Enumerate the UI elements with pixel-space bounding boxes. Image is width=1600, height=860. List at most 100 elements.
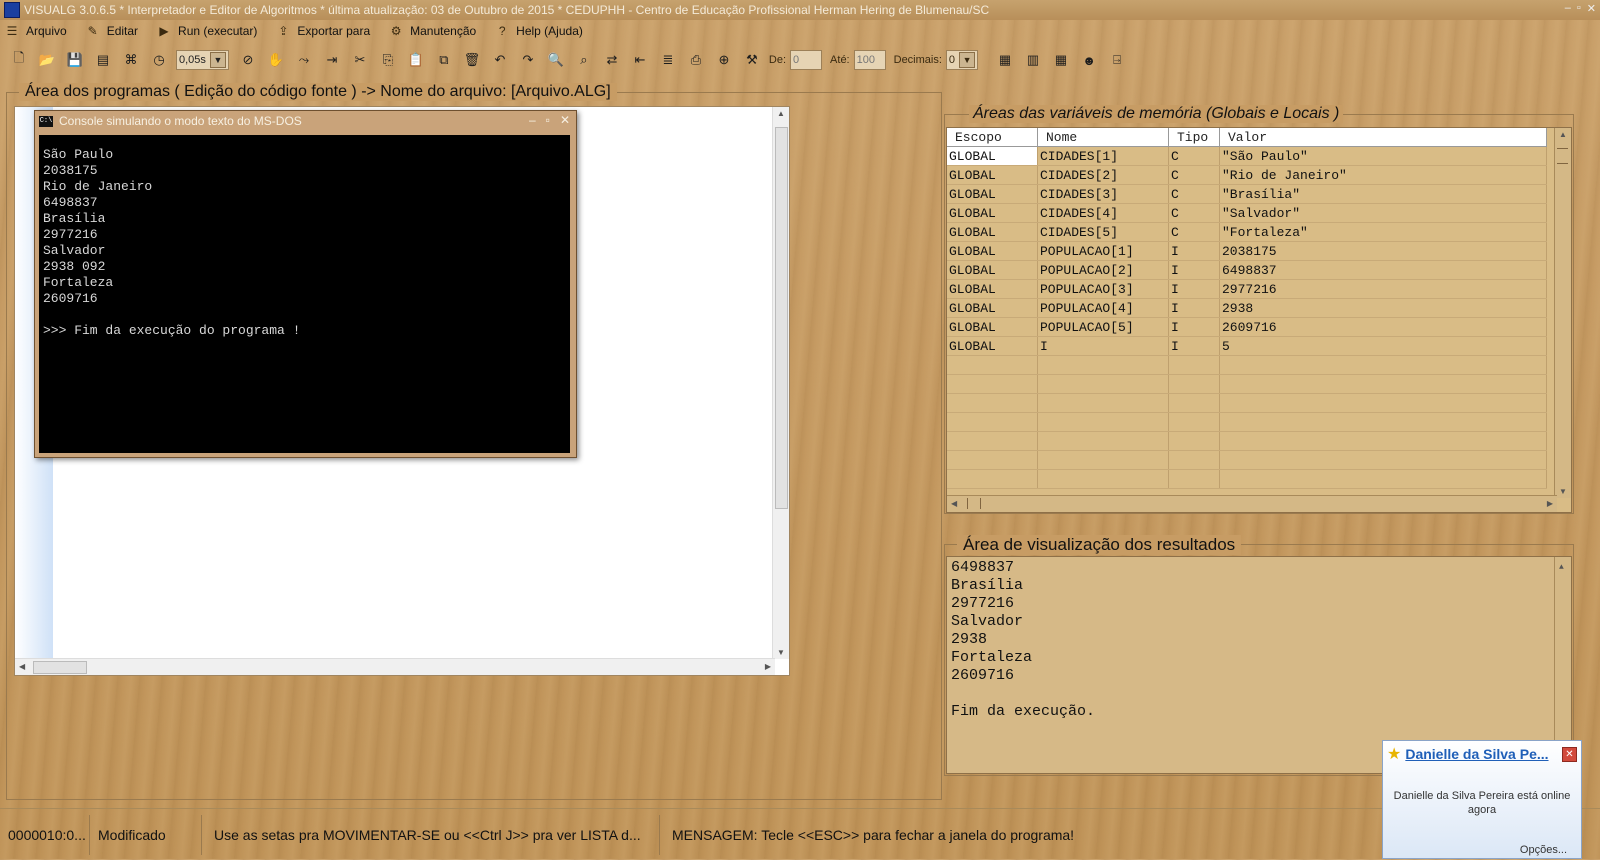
editor-horizontal-scrollbar[interactable]: ◀ ▶ [15,658,775,675]
replace-icon[interactable]: ⇄ [601,49,623,71]
run-icon: ▶ [159,24,169,38]
variables-vertical-scrollbar[interactable]: ▲ ▼ [1554,128,1571,498]
help-icon: ? [498,24,506,38]
menu-exportar[interactable]: ⇪ Exportar para [271,23,370,39]
indent-icon[interactable]: ⇤ [629,49,651,71]
maximize-icon[interactable]: ▫ [1577,2,1581,15]
scroll-left-icon[interactable]: ◀ [951,499,957,508]
ate-field: Até: [830,50,886,70]
console-title-bar[interactable]: C:\ Console simulando o modo texto do MS… [35,111,576,131]
paste-icon[interactable]: 📋 [405,49,427,71]
menu-run[interactable]: ▶ Run (executar) [152,23,257,39]
status-modified: Modificado [90,814,202,855]
scroll-up-icon[interactable]: ▲ [1559,559,1564,577]
minimize-icon[interactable]: – [529,113,536,127]
editor-vscroll-thumb[interactable] [775,127,788,509]
table-row[interactable]: GLOBAL CIDADES[2] C "Rio de Janeiro" [947,165,1547,185]
calculator-icon[interactable]: ▥ [1022,49,1044,71]
console-window-controls: – ▫ ✕ [529,113,570,127]
editor-hscroll-thumb[interactable] [33,661,87,674]
variables-vscroll-thumb[interactable] [1557,148,1568,164]
maximize-icon[interactable]: ▫ [546,113,550,127]
table-row[interactable]: GLOBAL POPULACAO[2] I 6498837 [947,260,1547,280]
console-window[interactable]: C:\ Console simulando o modo texto do MS… [34,110,577,458]
exit-icon[interactable]: ⍈ [1106,49,1128,71]
column-header[interactable]: Valor [1219,128,1547,147]
find-icon[interactable]: 🔍 [545,49,567,71]
cut-icon[interactable]: ✂ [349,49,371,71]
table-header-row: Escopo Nome Tipo Valor [947,128,1547,147]
scroll-down-icon[interactable]: ▼ [777,648,785,657]
table-row[interactable]: GLOBAL POPULACAO[4] I 2938 [947,298,1547,318]
code-icon[interactable]: ⌘ [120,49,142,71]
table-row[interactable]: GLOBAL CIDADES[4] C "Salvador" [947,203,1547,223]
column-header[interactable]: Tipo [1168,128,1220,147]
users-icon[interactable]: ☻ [1078,49,1100,71]
close-icon[interactable]: ✕ [1562,747,1577,762]
copy-icon[interactable]: ⎘ [377,49,399,71]
variables-horizontal-scrollbar[interactable]: ◀ ▶ [947,495,1557,512]
stop-icon[interactable]: ⊘ [237,49,259,71]
notification-options-link[interactable]: Opções... [1520,844,1567,856]
close-icon[interactable]: ✕ [1587,2,1596,15]
run-step-icon[interactable]: ⇥ [321,49,343,71]
duplicate-icon[interactable]: ⧉ [433,49,455,71]
save-icon[interactable]: 💾 [64,49,86,71]
decimais-select[interactable]: 0 ▼ [945,50,979,70]
column-header[interactable]: Escopo [947,128,1038,147]
title-bar: VISUALG 3.0.6.5 * Interpretador e Editor… [0,0,1600,20]
hand-icon[interactable]: ✋ [265,49,287,71]
results-vertical-scrollbar[interactable]: ▲ [1554,557,1571,757]
scroll-up-icon[interactable]: ▲ [777,109,785,118]
menu-help[interactable]: ? Help (Ajuda) [490,23,583,39]
variables-table[interactable]: Escopo Nome Tipo Valor GLOBAL CIDADES[1] C… [946,127,1572,513]
new-file-icon[interactable]: 🗋 [8,49,30,71]
table-icon[interactable]: ▦ [1050,49,1072,71]
minimize-icon[interactable]: – [1565,2,1571,15]
ate-input[interactable] [853,50,886,70]
notification-contact-name[interactable]: Danielle da Silva Pe... [1405,746,1555,762]
delete-icon[interactable]: 🗑 [461,49,483,71]
status-cursor-position: 0000010:0... [0,814,90,855]
folder-icon: ☰ [6,24,18,38]
print-icon[interactable]: ⎙ [685,49,707,71]
timer-icon[interactable]: ◷ [148,49,170,71]
open-file-icon[interactable]: 📂 [36,49,58,71]
undo-icon[interactable]: ↶ [489,49,511,71]
scroll-right-icon[interactable]: ▶ [1547,499,1553,508]
scroll-up-icon[interactable]: ▲ [1559,130,1567,139]
print-preview-icon[interactable]: ▤ [92,49,114,71]
table-row[interactable]: GLOBAL I I 5 [947,336,1547,356]
table-row[interactable]: GLOBAL CIDADES[1] C "São Paulo" [947,146,1547,166]
column-header[interactable]: Nome [1037,128,1169,147]
results-text: 6498837 Brasília 2977216 Salvador 2938 F… [951,559,1096,720]
table-row[interactable]: GLOBAL POPULACAO[5] I 2609716 [947,317,1547,337]
table-row[interactable]: GLOBAL CIDADES[5] C "Fortaleza" [947,222,1547,242]
menu-editar[interactable]: ✎ Editar [81,23,138,39]
table-row[interactable]: GLOBAL CIDADES[3] C "Brasília" [947,184,1547,204]
variables-hscroll-thumb[interactable] [967,498,981,509]
editor-vertical-scrollbar[interactable]: ▲ ▼ [772,107,789,659]
list-icon[interactable]: ≣ [657,49,679,71]
zoom-icon[interactable]: ⊕ [713,49,735,71]
table-row[interactable]: GLOBAL POPULACAO[3] I 2977216 [947,279,1547,299]
close-icon[interactable]: ✕ [560,113,570,127]
empty-row: .... [947,355,1547,375]
redo-icon[interactable]: ↷ [517,49,539,71]
notification-popup[interactable]: ★ Danielle da Silva Pe... ✕ Danielle da … [1382,740,1582,859]
find-next-icon[interactable]: ⌕ [573,49,595,71]
step-icon[interactable]: ⤳ [293,49,315,71]
scroll-right-icon[interactable]: ▶ [765,662,771,671]
menu-manutencao[interactable]: ⚙ Manutenção [384,23,476,39]
toolbar: 🗋 📂 💾 ▤ ⌘ ◷ 0,05s ▼ ⊘ ✋ ⤳ ⇥ ✂ ⎘ 📋 ⧉ 🗑 ↶ … [0,44,1600,76]
de-input[interactable] [790,50,823,70]
console-output: São Paulo 2038175 Rio de Janeiro 6498837… [39,135,570,453]
scroll-left-icon[interactable]: ◀ [19,662,25,671]
table-row[interactable]: GLOBAL POPULACAO[1] I 2038175 [947,241,1547,261]
decimais-field: Decimais: 0 ▼ [894,50,986,70]
tools-icon[interactable]: ⚒ [741,49,763,71]
scroll-down-icon[interactable]: ▼ [1559,487,1567,496]
speed-select[interactable]: 0,05s ▼ [176,50,229,70]
calendar-icon[interactable]: ▦ [994,49,1016,71]
menu-arquivo[interactable]: ☰ Arquivo [0,23,67,39]
